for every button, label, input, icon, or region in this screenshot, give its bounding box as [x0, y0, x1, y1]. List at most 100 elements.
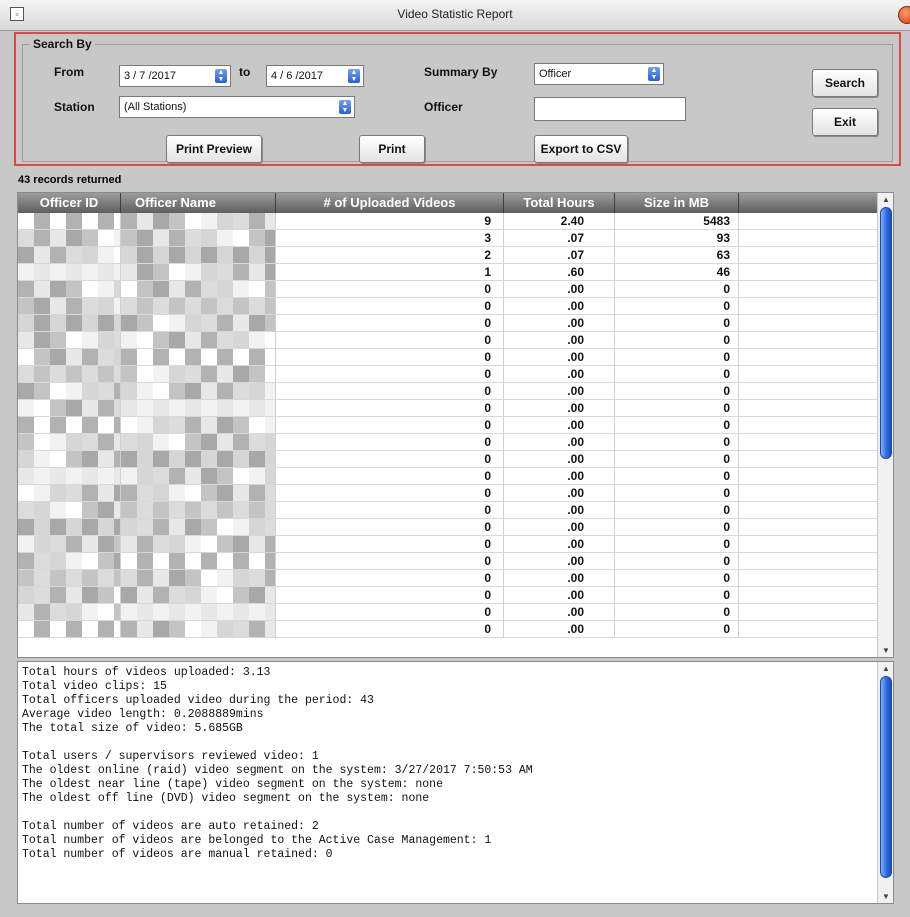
officer-id-cell-redacted	[18, 417, 121, 434]
col-total-hours[interactable]: Total Hours	[504, 193, 615, 213]
officer-name-cell-redacted	[121, 570, 276, 587]
table-row[interactable]: 0 .00 0	[18, 315, 878, 332]
table-row[interactable]: 0 .00 0	[18, 451, 878, 468]
scroll-up-icon[interactable]: ▲	[882, 195, 890, 204]
empty-cell	[739, 247, 878, 264]
size-mb-cell: 0	[615, 536, 739, 553]
spin-arrows-icon[interactable]: ▲ ▼	[215, 69, 227, 83]
export-csv-button[interactable]: Export to CSV	[534, 135, 628, 163]
table-row[interactable]: 0 .00 0	[18, 502, 878, 519]
table-row[interactable]: 1 .60 46	[18, 264, 878, 281]
records-returned-label: 43 records returned	[18, 174, 122, 186]
table-row[interactable]: 3 .07 93	[18, 230, 878, 247]
total-hours-cell: .00	[504, 502, 615, 519]
officer-name-cell-redacted	[121, 451, 276, 468]
table-row[interactable]: 0 .00 0	[18, 417, 878, 434]
size-mb-cell: 0	[615, 383, 739, 400]
officer-id-cell-redacted	[18, 366, 121, 383]
uploaded-videos-cell: 0	[276, 468, 504, 485]
empty-cell	[739, 604, 878, 621]
size-mb-cell: 0	[615, 366, 739, 383]
table-row[interactable]: 0 .00 0	[18, 604, 878, 621]
summary-textbox[interactable]: Total hours of videos uploaded: 3.13 Tot…	[17, 661, 894, 904]
spin-arrows-icon[interactable]: ▲ ▼	[348, 69, 360, 83]
grid-scrollbar[interactable]: ▲ ▼	[877, 193, 893, 657]
summary-by-select[interactable]: Officer ▲ ▼	[534, 63, 664, 85]
from-label: From	[54, 65, 84, 79]
scroll-down-icon[interactable]: ▼	[882, 892, 890, 901]
table-row[interactable]: 0 .00 0	[18, 570, 878, 587]
scroll-up-icon[interactable]: ▲	[882, 664, 890, 673]
col-uploaded-videos[interactable]: # of Uploaded Videos	[276, 193, 504, 213]
print-button[interactable]: Print	[359, 135, 425, 163]
table-row[interactable]: 0 .00 0	[18, 621, 878, 638]
scroll-thumb[interactable]	[880, 207, 892, 459]
total-hours-cell: .00	[504, 621, 615, 638]
officer-name-cell-redacted	[121, 213, 276, 230]
spin-arrows-icon[interactable]: ▲ ▼	[648, 67, 660, 81]
scroll-thumb[interactable]	[880, 676, 892, 878]
uploaded-videos-cell: 9	[276, 213, 504, 230]
size-mb-cell: 0	[615, 451, 739, 468]
results-grid[interactable]: Officer ID Officer Name # of Uploaded Vi…	[17, 192, 894, 658]
to-date-picker[interactable]: 4 / 6 /2017 ▲ ▼	[266, 65, 364, 87]
col-officer-id[interactable]: Officer ID	[18, 193, 121, 213]
search-by-panel: Search By From 3 / 7 /2017 ▲ ▼ to 4 / 6 /…	[14, 32, 901, 166]
empty-cell	[739, 332, 878, 349]
close-icon[interactable]	[898, 6, 910, 24]
total-hours-cell: 2.40	[504, 213, 615, 230]
uploaded-videos-cell: 0	[276, 281, 504, 298]
size-mb-cell: 0	[615, 587, 739, 604]
search-by-legend: Search By	[30, 37, 95, 51]
officer-input[interactable]	[534, 97, 686, 121]
total-hours-cell: .00	[504, 553, 615, 570]
table-row[interactable]: 0 .00 0	[18, 553, 878, 570]
station-select[interactable]: (All Stations) ▲ ▼	[119, 96, 355, 118]
table-row[interactable]: 0 .00 0	[18, 281, 878, 298]
size-mb-cell: 0	[615, 400, 739, 417]
total-hours-cell: .00	[504, 451, 615, 468]
spin-arrows-icon[interactable]: ▲ ▼	[339, 100, 351, 114]
uploaded-videos-cell: 0	[276, 298, 504, 315]
officer-id-cell-redacted	[18, 536, 121, 553]
size-mb-cell: 5483	[615, 213, 739, 230]
table-row[interactable]: 0 .00 0	[18, 485, 878, 502]
table-row[interactable]: 0 .00 0	[18, 332, 878, 349]
table-row[interactable]: 0 .00 0	[18, 298, 878, 315]
empty-cell	[739, 264, 878, 281]
table-row[interactable]: 0 .00 0	[18, 349, 878, 366]
uploaded-videos-cell: 0	[276, 570, 504, 587]
empty-cell	[739, 468, 878, 485]
empty-cell	[739, 230, 878, 247]
from-date-picker[interactable]: 3 / 7 /2017 ▲ ▼	[119, 65, 231, 87]
uploaded-videos-cell: 0	[276, 519, 504, 536]
uploaded-videos-cell: 2	[276, 247, 504, 264]
table-row[interactable]: 0 .00 0	[18, 468, 878, 485]
summary-by-label: Summary By	[424, 65, 498, 79]
col-size-mb[interactable]: Size in MB	[615, 193, 739, 213]
table-row[interactable]: 0 .00 0	[18, 587, 878, 604]
table-row[interactable]: 0 .00 0	[18, 536, 878, 553]
table-row[interactable]: 0 .00 0	[18, 383, 878, 400]
table-row[interactable]: 0 .00 0	[18, 400, 878, 417]
table-row[interactable]: 2 .07 63	[18, 247, 878, 264]
exit-button[interactable]: Exit	[812, 108, 878, 136]
summary-text: Total hours of videos uploaded: 3.13 Tot…	[22, 666, 533, 861]
uploaded-videos-cell: 0	[276, 366, 504, 383]
table-row[interactable]: 0 .00 0	[18, 366, 878, 383]
table-row[interactable]: 0 .00 0	[18, 434, 878, 451]
col-officer-name[interactable]: Officer Name	[121, 193, 276, 213]
officer-name-cell-redacted	[121, 247, 276, 264]
table-row[interactable]: 0 .00 0	[18, 519, 878, 536]
officer-name-cell-redacted	[121, 434, 276, 451]
officer-id-cell-redacted	[18, 332, 121, 349]
summary-scrollbar[interactable]: ▲ ▼	[877, 662, 893, 903]
title-bar: ▫ Video Statistic Report	[0, 0, 910, 31]
search-button[interactable]: Search	[812, 69, 878, 97]
print-preview-button[interactable]: Print Preview	[166, 135, 262, 163]
total-hours-cell: .07	[504, 230, 615, 247]
empty-cell	[739, 451, 878, 468]
total-hours-cell: .00	[504, 315, 615, 332]
scroll-down-icon[interactable]: ▼	[882, 646, 890, 655]
table-row[interactable]: 9 2.40 5483	[18, 213, 878, 230]
